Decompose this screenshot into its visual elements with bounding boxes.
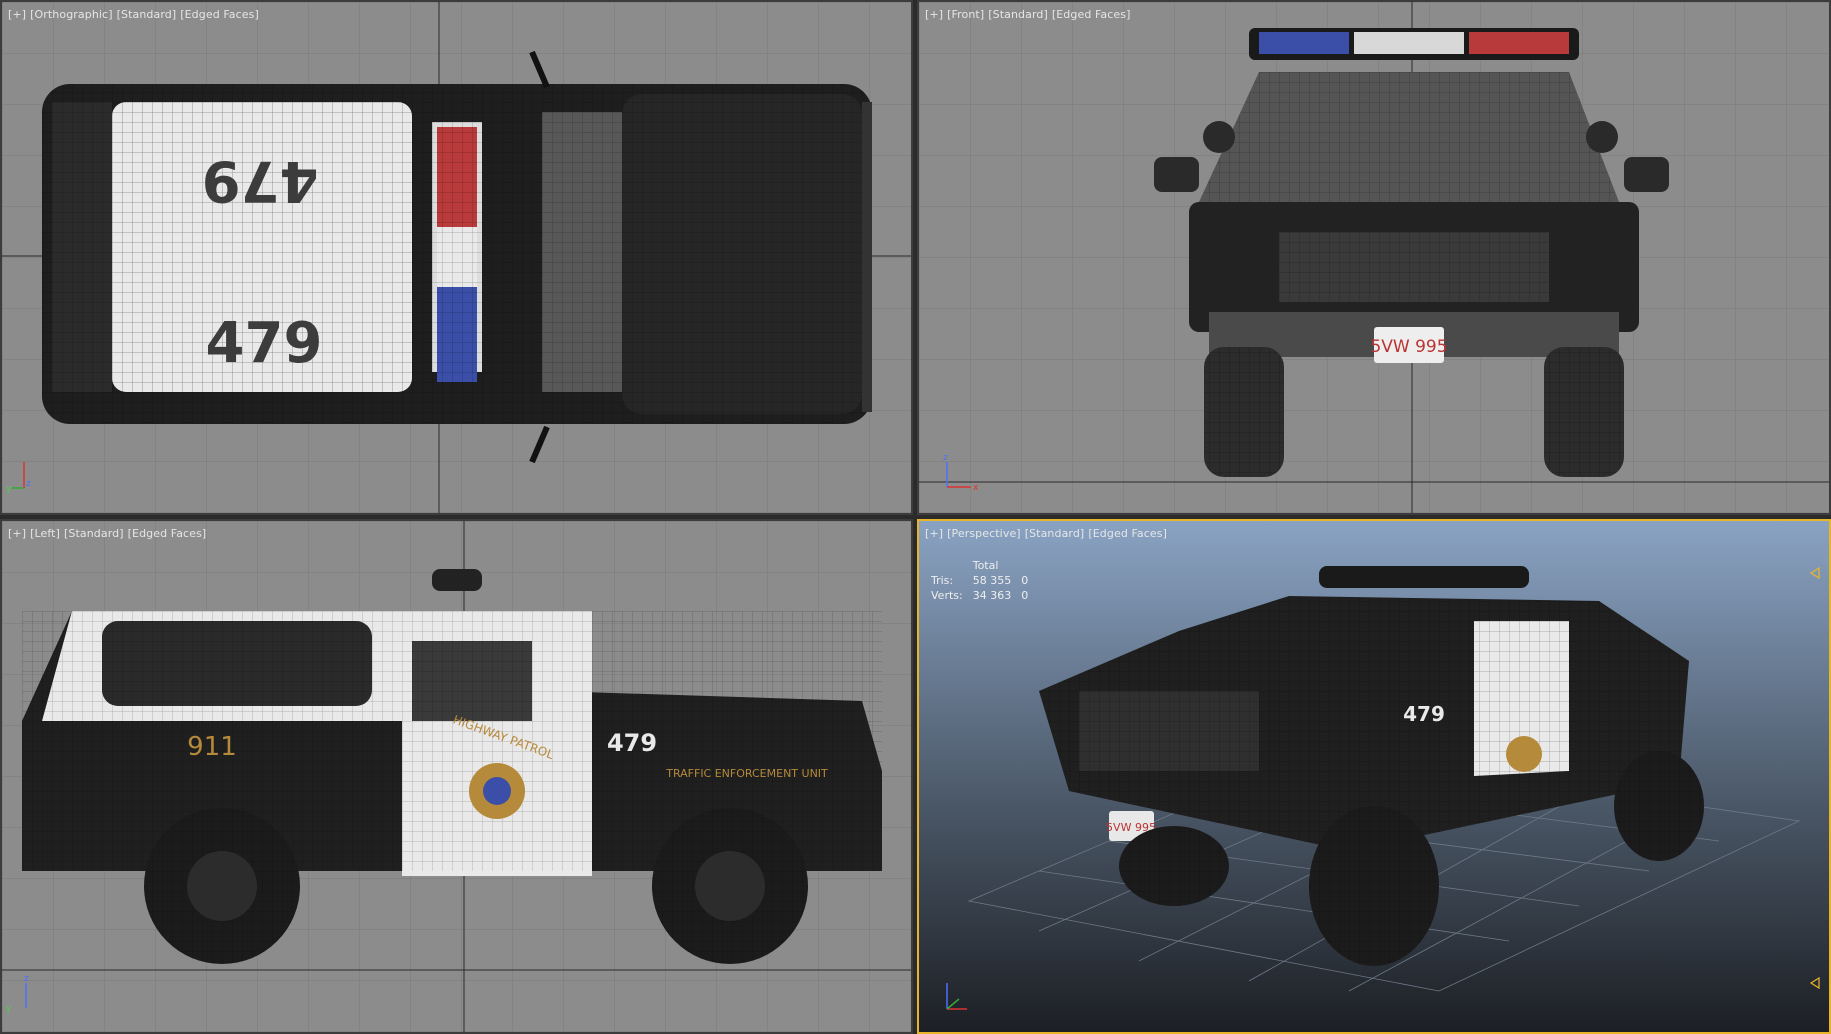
shading-label[interactable]: [Standard] (117, 8, 177, 21)
viewport-front-label[interactable]: [+] [Front] [Standard] [Edged Faces] (925, 8, 1135, 21)
shading-label[interactable]: [Standard] (988, 8, 1048, 21)
viewport-left-canvas[interactable]: HIGHWAY PATROL 911 479 TRAFFIC ENFORCEME… (2, 521, 911, 1032)
edged-faces-label[interactable]: [Edged Faces] (1088, 527, 1167, 540)
viewport-front-canvas[interactable]: 5VW 995 z x (919, 2, 1829, 513)
stats-total: 34 363 (972, 589, 1012, 602)
stats-total: 58 355 (972, 574, 1012, 587)
stats-row: Verts: 34 363 0 (931, 589, 1038, 604)
viewport-perspective-label[interactable]: [+] [Perspective] [Standard] [Edged Faces] (925, 527, 1171, 540)
edged-faces-label[interactable]: [Edged Faces] (1052, 8, 1131, 21)
svg-text:z: z (24, 974, 29, 984)
viewport-left-label[interactable]: [+] [Left] [Standard] [Edged Faces] (8, 527, 210, 540)
viewport-menu-button[interactable]: [+] (8, 527, 26, 540)
viewport-menu-button[interactable]: [+] (925, 527, 943, 540)
roof-number: 479 (206, 311, 323, 376)
svg-text:y: y (6, 484, 12, 494)
stats-header: Total (972, 559, 999, 572)
vehicle-top-view[interactable]: 479 479 (42, 50, 872, 464)
svg-text:y: y (6, 1004, 12, 1014)
view-type-label[interactable]: [Orthographic] (30, 8, 112, 21)
front-plate: 5VW 995 (1370, 337, 1447, 357)
stats-row: Tris: 58 355 0 (931, 574, 1038, 589)
edged-faces-label[interactable]: [Edged Faces] (128, 527, 207, 540)
shading-label[interactable]: [Standard] (1025, 527, 1085, 540)
viewport-top-canvas[interactable]: 479 479 y z (2, 2, 911, 513)
roof-number-rotated: 479 (202, 148, 319, 213)
viewport-menu-button[interactable]: [+] (925, 8, 943, 21)
side-number-front: 479 (607, 729, 657, 757)
stats-selected: 0 (1021, 574, 1029, 587)
edged-faces-label[interactable]: [Edged Faces] (180, 8, 259, 21)
stats-label: Tris: (931, 574, 954, 587)
shading-label[interactable]: [Standard] (64, 527, 124, 540)
svg-text:x: x (973, 483, 979, 493)
stats-selected: 0 (1021, 589, 1029, 602)
svg-text:z: z (26, 479, 31, 489)
viewport-front[interactable]: 5VW 995 z x [+] [Front] [Standard] [Edged F… (917, 0, 1831, 515)
viewport-left[interactable]: HIGHWAY PATROL 911 479 TRAFFIC ENFORCEME… (0, 519, 913, 1034)
svg-text:z: z (943, 453, 948, 463)
view-type-label[interactable]: [Left] (30, 527, 60, 540)
stats-label: Verts: (931, 589, 963, 602)
view-type-label[interactable]: [Perspective] (947, 527, 1021, 540)
side-number-rear: 911 (187, 732, 237, 762)
viewport-perspective[interactable]: 5VW 995 479 [+] [Perspective] [Standard] [E… (917, 519, 1831, 1034)
side-text: TRAFFIC ENFORCEMENT UNIT (665, 767, 828, 780)
view-type-label[interactable]: [Front] (947, 8, 984, 21)
viewport-perspective-canvas[interactable]: 5VW 995 479 (919, 521, 1829, 1032)
viewport-menu-button[interactable]: [+] (8, 8, 26, 21)
persp-unit-number: 479 (1403, 702, 1445, 726)
statistics-overlay: Total Tris: 58 355 0 Verts: 34 363 0 (931, 559, 1038, 604)
viewport-top-label[interactable]: [+] [Orthographic] [Standard] [Edged Faces] (8, 8, 263, 21)
viewport-top[interactable]: 479 479 y z [+] [Orthographic] [Standard][… (0, 0, 913, 515)
